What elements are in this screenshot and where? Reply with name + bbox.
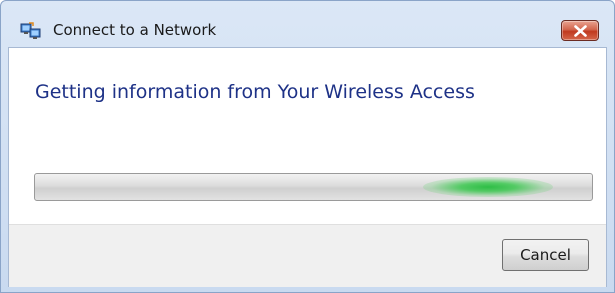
network-connect-icon bbox=[20, 22, 42, 40]
close-button[interactable] bbox=[561, 20, 599, 41]
window-title: Connect to a Network bbox=[53, 21, 217, 39]
dialog-footer: Cancel bbox=[9, 224, 606, 287]
dialog-content: Getting information from Your Wireless A… bbox=[8, 47, 607, 287]
progress-marquee-highlight bbox=[423, 177, 553, 197]
title-bar[interactable]: Connect to a Network bbox=[1, 1, 614, 47]
dialog-window: Connect to a Network Getting information… bbox=[0, 0, 615, 293]
close-icon bbox=[574, 25, 587, 37]
status-heading: Getting information from Your Wireless A… bbox=[35, 81, 475, 103]
cancel-button[interactable]: Cancel bbox=[502, 239, 589, 271]
progress-bar bbox=[34, 173, 593, 201]
